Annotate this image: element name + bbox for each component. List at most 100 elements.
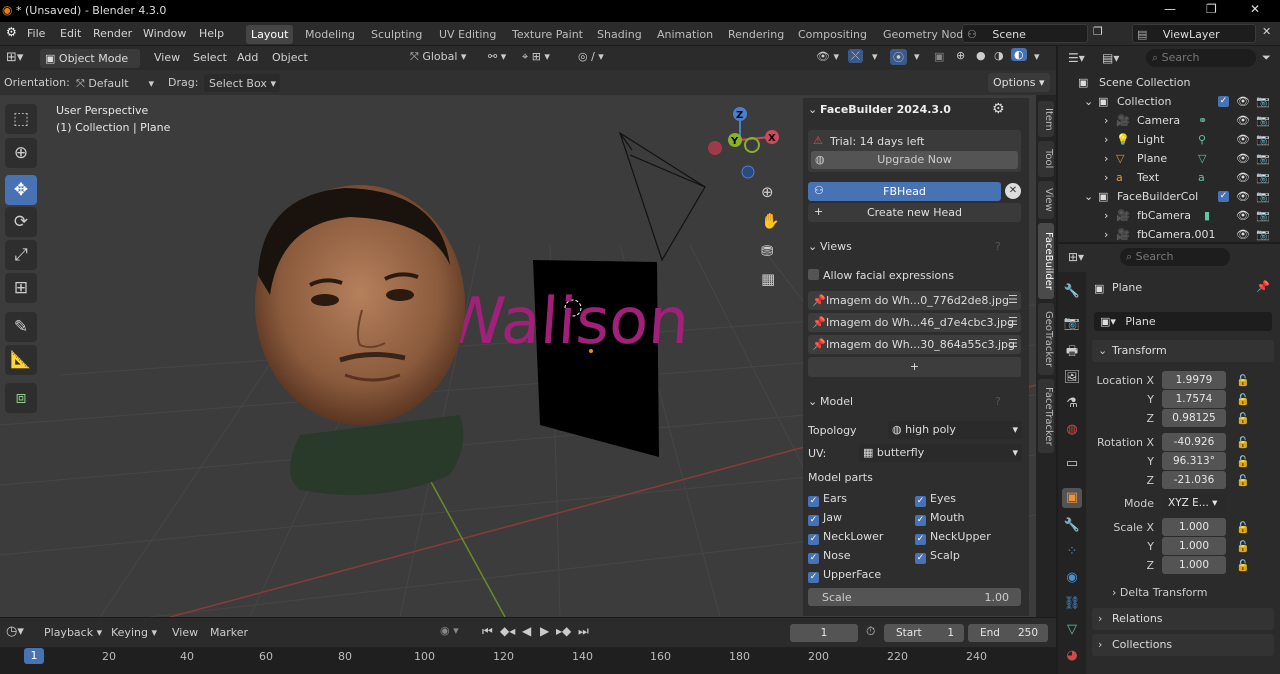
topology-dropdown[interactable]: ◍ high poly ▾ bbox=[888, 421, 1022, 439]
view-menu[interactable]: View bbox=[154, 51, 180, 64]
image-menu-icon[interactable]: ☰ bbox=[1008, 315, 1018, 328]
camera-render-icon[interactable]: 📷 bbox=[1256, 95, 1270, 108]
workspace-tab-texture-paint[interactable]: Texture Paint bbox=[507, 25, 588, 44]
physics-props-icon[interactable]: ◉ bbox=[1062, 568, 1082, 588]
rotation-y-field[interactable]: 96.313° bbox=[1162, 452, 1226, 470]
outliner-row-collection[interactable]: ⌄ ▣ Collection ✓ 👁 📷 bbox=[1058, 92, 1280, 111]
image-row[interactable]: 📌 Imagem do Wh...46_d7e4cbc3.jpg ☰ bbox=[808, 313, 1021, 332]
filter-icon[interactable]: ⏷ bbox=[1262, 51, 1271, 65]
camera-render-icon[interactable]: 📷 bbox=[1256, 209, 1270, 222]
add-cube-tool-icon[interactable]: ⧈ bbox=[5, 383, 37, 413]
jump-start-icon[interactable]: ⏮ bbox=[482, 624, 493, 639]
workspace-tab-modeling[interactable]: Modeling bbox=[300, 25, 360, 44]
data-props-icon[interactable]: ▽ bbox=[1062, 620, 1082, 640]
new-scene-icon[interactable]: ❐ bbox=[1093, 25, 1103, 38]
object-name-field[interactable]: ▣▾ Plane bbox=[1094, 312, 1272, 331]
zoom-icon[interactable]: ⊕ bbox=[761, 183, 774, 201]
camera-view-icon[interactable]: ⛃ bbox=[761, 242, 774, 260]
menu-edit[interactable]: Edit bbox=[60, 27, 81, 40]
shading-material-icon[interactable]: ◑ bbox=[994, 49, 1004, 62]
render-props-icon[interactable]: 📷 bbox=[1062, 314, 1082, 334]
collection-props-icon[interactable]: ▭ bbox=[1062, 454, 1082, 474]
world-props-icon[interactable]: ◍ bbox=[1062, 420, 1082, 440]
overlays-dropdown-icon[interactable]: ▾ bbox=[914, 50, 920, 63]
workspace-tab-layout[interactable]: Layout bbox=[246, 25, 294, 44]
outliner-row-text[interactable]: › a Text a 👁 📷 bbox=[1058, 168, 1280, 187]
location-x-field[interactable]: 1.9979 bbox=[1162, 371, 1226, 389]
facebuilder-collapse-icon[interactable]: ⌄ bbox=[808, 103, 817, 116]
annotate-tool-icon[interactable]: ✎ bbox=[5, 312, 37, 342]
image-menu-icon[interactable]: ☰ bbox=[1008, 337, 1018, 350]
eye-icon[interactable]: 👁 bbox=[1236, 209, 1250, 222]
mode-dropdown[interactable]: ▣ Object Mode bbox=[40, 49, 140, 68]
gizmo-toggle-icon[interactable]: ⤬ bbox=[848, 49, 863, 63]
tab-facebuilder[interactable]: FaceBuilder bbox=[1038, 223, 1054, 299]
transform-orientation-dropdown[interactable]: ⤧ Global ▾ bbox=[410, 50, 466, 64]
start-frame-field[interactable]: Start 1 bbox=[884, 624, 964, 642]
camera-render-icon[interactable]: 📷 bbox=[1256, 114, 1270, 127]
shading-rendered-icon[interactable]: ◐ bbox=[1011, 48, 1027, 61]
eye-icon[interactable]: 👁 bbox=[1236, 152, 1250, 165]
tab-tool[interactable]: Tool bbox=[1038, 141, 1054, 177]
expand-icon[interactable]: › bbox=[1104, 133, 1108, 146]
next-keyframe-icon[interactable]: ▸◆ bbox=[556, 624, 571, 638]
scale-z-field[interactable]: 1.000 bbox=[1162, 556, 1226, 574]
scale-slider[interactable]: Scale 1.00 bbox=[808, 588, 1021, 606]
camera-render-icon[interactable]: 📷 bbox=[1256, 190, 1270, 203]
object-menu[interactable]: Object bbox=[272, 51, 308, 64]
visibility-icon[interactable]: 👁 ▾ bbox=[816, 50, 839, 63]
measure-tool-icon[interactable]: 📐 bbox=[5, 345, 37, 375]
rotation-z-field[interactable]: -21.036 bbox=[1162, 471, 1226, 489]
move-tool-icon[interactable]: ✥ bbox=[5, 175, 37, 205]
views-collapse-icon[interactable]: ⌄ bbox=[808, 240, 817, 253]
autokey-icon[interactable]: ◉ ▾ bbox=[440, 624, 459, 637]
overlays-toggle-icon[interactable]: ⦿ bbox=[890, 49, 907, 65]
minimize-button[interactable]: — bbox=[1164, 2, 1176, 16]
keying-menu[interactable]: Keying ▾ bbox=[111, 626, 157, 639]
lock-icon[interactable]: 🔓 bbox=[1236, 559, 1250, 572]
location-z-field[interactable]: 0.98125 bbox=[1162, 409, 1226, 427]
scale-tool-icon[interactable]: ⤢ bbox=[5, 240, 37, 270]
remove-viewlayer-icon[interactable]: ✕ bbox=[1262, 25, 1271, 38]
tab-facetracker[interactable]: FaceTracker bbox=[1038, 379, 1054, 453]
lock-icon[interactable]: 🔓 bbox=[1236, 521, 1250, 534]
select-box-tool-icon[interactable]: ⬚ bbox=[5, 104, 37, 134]
cursor-tool-icon[interactable]: ⊕ bbox=[5, 138, 37, 168]
jump-end-icon[interactable]: ⏭ bbox=[578, 624, 589, 639]
tab-view[interactable]: View bbox=[1038, 181, 1054, 219]
ortho-grid-icon[interactable]: ▦ bbox=[761, 270, 775, 288]
rotation-mode-dropdown[interactable]: XYZ E... ▾ bbox=[1162, 494, 1226, 512]
eye-icon[interactable]: 👁 bbox=[1236, 95, 1250, 108]
transform-tool-icon[interactable]: ⊞ bbox=[5, 273, 37, 303]
orientation-dropdown[interactable]: ⤧ Default ▾ bbox=[72, 74, 158, 92]
end-frame-field[interactable]: End 250 bbox=[968, 624, 1048, 642]
options-dropdown[interactable]: Options ▾ bbox=[988, 73, 1050, 92]
maximize-button[interactable]: ❐ bbox=[1206, 2, 1217, 16]
proportional-edit-icon[interactable]: ◎ ∕ ▾ bbox=[578, 50, 604, 63]
transform-panel-header[interactable]: ⌄ Transform bbox=[1092, 340, 1274, 362]
location-y-field[interactable]: 1.7574 bbox=[1162, 390, 1226, 408]
tab-geotracker[interactable]: GeoTracker bbox=[1038, 303, 1054, 375]
expand-icon[interactable]: ⌄ bbox=[1084, 95, 1093, 108]
add-image-button[interactable]: + bbox=[808, 357, 1021, 377]
lock-icon[interactable]: 🔓 bbox=[1236, 374, 1250, 387]
menu-help[interactable]: Help bbox=[199, 27, 224, 40]
scene-props-icon[interactable]: ⚗ bbox=[1062, 394, 1082, 414]
viewlayer-selector[interactable]: ▤ ViewLayer bbox=[1132, 24, 1256, 43]
expand-icon[interactable]: › bbox=[1104, 171, 1108, 184]
lock-icon[interactable]: 🔓 bbox=[1236, 412, 1250, 425]
close-window-button[interactable]: ✕ bbox=[1250, 2, 1260, 16]
modifier-props-icon[interactable]: 🔧 bbox=[1062, 516, 1082, 536]
expand-icon[interactable]: ⌄ bbox=[1084, 190, 1093, 203]
eye-icon[interactable]: 👁 bbox=[1236, 133, 1250, 146]
snap-icon[interactable]: ⌖ ⊞ ▾ bbox=[522, 50, 550, 64]
camera-render-icon[interactable]: 📷 bbox=[1256, 133, 1270, 146]
xray-icon[interactable]: ▣ bbox=[934, 50, 944, 63]
outliner-row-fbcamera-001[interactable]: › 🎥 fbCamera.001 👁 📷 bbox=[1058, 225, 1280, 244]
blender-menu-icon[interactable]: ⚙ bbox=[6, 25, 17, 39]
outliner-row-light[interactable]: › 💡 Light ⚲ 👁 📷 bbox=[1058, 130, 1280, 149]
allow-facial-expressions-checkbox[interactable]: Allow facial expressions bbox=[808, 269, 954, 282]
object-props-icon[interactable]: ▣ bbox=[1062, 488, 1082, 508]
part-scalp-checkbox[interactable]: ✓ Scalp bbox=[915, 549, 960, 564]
outliner-row-fbcamera[interactable]: › 🎥 fbCamera ▮ 👁 📷 bbox=[1058, 206, 1280, 225]
